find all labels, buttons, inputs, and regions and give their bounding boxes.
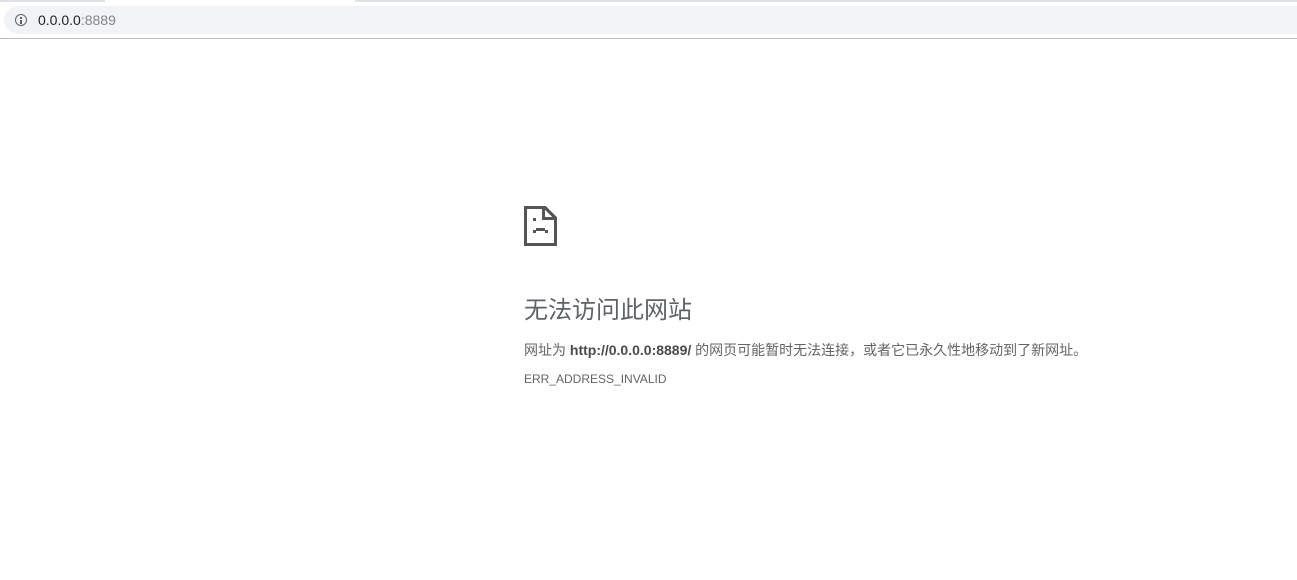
url-host: 0.0.0.0 <box>38 12 81 28</box>
desc-prefix: 网址为 <box>524 342 570 358</box>
url-port: :8889 <box>80 12 116 28</box>
error-description: 网址为 http://0.0.0.0:8889/ 的网页可能暂时无法连接，或者它… <box>524 338 1114 362</box>
sad-page-icon <box>524 206 557 246</box>
tab-edge <box>0 0 105 2</box>
error-title: 无法访问此网站 <box>524 297 692 324</box>
toolbar-divider <box>0 38 1297 39</box>
error-code: ERR_ADDRESS_INVALID <box>524 372 667 386</box>
error-url: http://0.0.0.0:8889/ <box>569 342 692 358</box>
info-icon[interactable] <box>15 14 27 26</box>
error-content: 无法访问此网站 网址为 http://0.0.0.0:8889/ 的网页可能暂时… <box>524 206 1114 386</box>
tab-edge <box>355 0 1297 2</box>
desc-suffix: 的网页可能暂时无法连接，或者它已永久性地移动到了新网址。 <box>691 342 1088 358</box>
url-text[interactable]: 0.0.0.0:8889 <box>38 12 116 28</box>
address-bar[interactable]: 0.0.0.0:8889 <box>4 6 1297 34</box>
